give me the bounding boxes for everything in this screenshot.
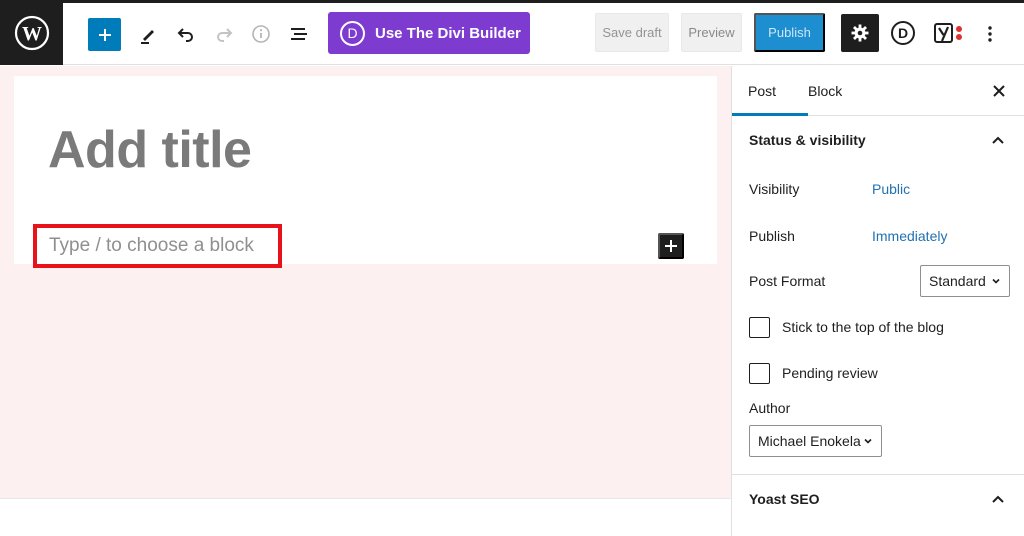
yoast-seo-toggle[interactable]: Yoast SEO: [749, 491, 820, 507]
publish-label: Publish: [749, 228, 795, 244]
wordpress-logo-icon: W: [14, 15, 49, 50]
visibility-toggle[interactable]: Public: [872, 181, 910, 197]
plus-icon: [98, 28, 111, 41]
chevron-up-icon[interactable]: [990, 132, 1006, 148]
chevron-down-icon: [864, 438, 872, 444]
more-options-button[interactable]: [973, 17, 1007, 51]
preview-button[interactable]: Preview: [681, 13, 742, 52]
post-format-value: Standard: [929, 273, 986, 289]
pencil-icon: [141, 30, 154, 44]
visibility-label: Visibility: [749, 181, 800, 197]
chevron-down-icon: [992, 278, 1000, 284]
list-view-button[interactable]: [282, 17, 316, 51]
settings-sidebar: Post Block Status & visibility Visibilit…: [731, 66, 1024, 536]
settings-button[interactable]: [841, 14, 879, 52]
close-icon: [993, 85, 1005, 97]
tab-post[interactable]: Post: [732, 66, 808, 116]
post-title-input[interactable]: Add title: [48, 120, 252, 180]
wordpress-logo-button[interactable]: W: [0, 0, 63, 65]
pending-review-checkbox[interactable]: [749, 363, 770, 384]
divi-d-icon: D: [891, 21, 915, 45]
divi-button-label: Use The Divi Builder: [375, 24, 521, 42]
panel-divider: [732, 474, 1024, 475]
divi-settings-button[interactable]: D: [886, 16, 920, 50]
details-button[interactable]: [244, 17, 278, 51]
gear-icon: [851, 24, 869, 42]
author-select[interactable]: Michael Enokela: [749, 425, 882, 457]
yoast-button[interactable]: [933, 16, 967, 50]
block-placeholder-input[interactable]: Type / to choose a block: [33, 224, 282, 268]
save-draft-button[interactable]: Save draft: [595, 13, 669, 52]
status-visibility-toggle[interactable]: Status & visibility: [749, 132, 866, 148]
divi-logo-icon: D: [340, 20, 365, 46]
more-vertical-icon: [988, 26, 992, 42]
sticky-checkbox[interactable]: [749, 317, 770, 338]
info-icon: [252, 25, 270, 43]
publish-date-toggle[interactable]: Immediately: [872, 228, 947, 244]
author-value: Michael Enokela: [758, 433, 861, 449]
post-format-label: Post Format: [749, 273, 826, 289]
chevron-up-icon[interactable]: [990, 491, 1006, 507]
author-label: Author: [749, 400, 791, 416]
undo-icon: [177, 28, 193, 42]
block-inserter-button[interactable]: [88, 18, 121, 51]
redo-icon: [217, 28, 233, 42]
tools-button[interactable]: [131, 17, 165, 51]
plus-icon: [665, 240, 677, 252]
redo-button[interactable]: [207, 17, 241, 51]
add-block-button[interactable]: [658, 233, 684, 259]
undo-button[interactable]: [169, 17, 203, 51]
pending-review-label: Pending review: [782, 365, 878, 381]
editor-footer: [0, 498, 731, 536]
close-sidebar-button[interactable]: [987, 79, 1011, 103]
publish-button[interactable]: Publish: [754, 13, 825, 52]
yoast-icon: [934, 23, 962, 43]
list-view-icon: [291, 28, 307, 40]
sticky-label: Stick to the top of the blog: [782, 319, 944, 335]
sidebar-tabs: Post Block: [732, 66, 1024, 116]
tab-block[interactable]: Block: [808, 66, 842, 116]
svg-text:W: W: [22, 23, 42, 45]
post-format-select[interactable]: Standard: [920, 265, 1010, 297]
editor-toolbar: W D Use The Divi Builder Save draft Prev…: [0, 0, 1024, 65]
use-divi-builder-button[interactable]: D Use The Divi Builder: [328, 12, 530, 54]
